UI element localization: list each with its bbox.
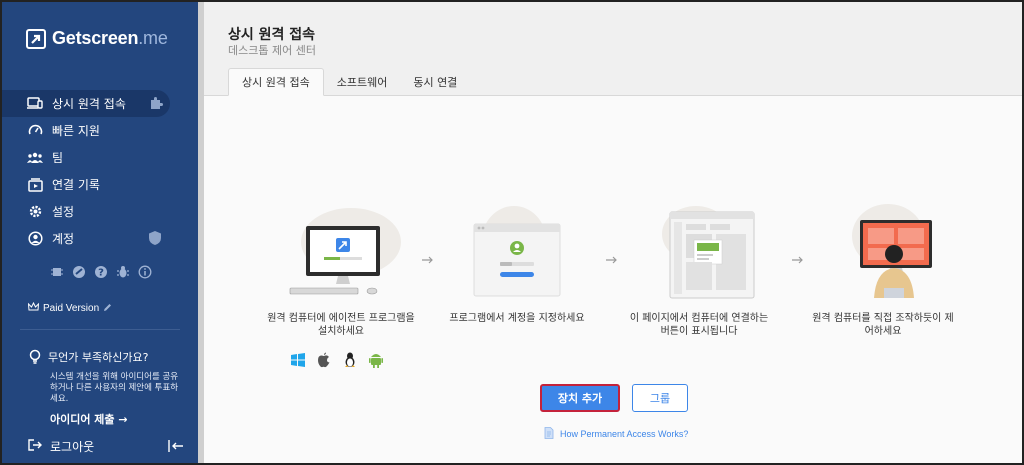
sidebar-nav: 상시 원격 접속 빠른 지원 팀 연결 기록 설정 계정 [2, 90, 198, 252]
idea-title: 무언가 부족하신가요? [48, 351, 149, 364]
step-install-agent: 원격 컴퓨터에 에이전트 프로그램을 설치하세요 [266, 202, 416, 338]
gear-icon [26, 204, 44, 220]
arrow-right-icon [792, 250, 804, 264]
lightbulb-icon [28, 349, 42, 368]
logout-icon [28, 439, 42, 454]
puzzle-icon[interactable] [148, 95, 164, 111]
dashboard-illustration [634, 202, 764, 302]
devices-icon [26, 96, 44, 112]
team-icon [26, 150, 44, 166]
group-button[interactable]: 그룹 [632, 384, 688, 412]
sidebar-item-account[interactable]: 계정 [2, 225, 198, 252]
sidebar-item-label: 계정 [52, 232, 75, 246]
sidebar: Getscreen.me 상시 원격 접속 빠른 지원 팀 연결 기록 설정 계… [2, 2, 198, 463]
sidebar-item-label: 팀 [52, 151, 64, 165]
pencil-icon[interactable] [103, 303, 112, 315]
help-icon[interactable]: ? [94, 265, 108, 279]
page-subtitle: 데스크톱 제어 센터 [228, 44, 316, 57]
brand-name: Getscreen [52, 28, 139, 48]
sidebar-item-history[interactable]: 연결 기록 [2, 171, 198, 198]
os-icons-row [290, 352, 384, 368]
logout-label: 로그아웃 [50, 440, 95, 454]
step-caption: 원격 컴퓨터에 에이전트 프로그램을 설치하세요 [267, 313, 415, 337]
svg-text:?: ? [98, 268, 104, 279]
step-caption: 원격 컴퓨터를 직접 조작하듯이 제어하세요 [812, 313, 954, 337]
apple-icon[interactable] [316, 352, 332, 368]
sidebar-item-team[interactable]: 팀 [2, 144, 198, 171]
settings-alt-icon[interactable] [50, 265, 64, 279]
sidebar-item-label: 연결 기록 [52, 178, 100, 192]
sidebar-divider [20, 329, 180, 330]
computer-illustration [276, 202, 406, 302]
how-it-works-link[interactable]: How Permanent Access Works? [544, 427, 688, 441]
brand-suffix: .me [138, 28, 168, 48]
shield-icon[interactable] [148, 230, 164, 246]
sidebar-item-label: 상시 원격 접속 [52, 97, 126, 111]
linux-icon[interactable] [342, 352, 358, 368]
support-icon[interactable] [72, 265, 86, 279]
speedometer-icon [26, 123, 44, 139]
step-control-remote: 원격 컴퓨터를 직접 조작하듯이 제어하세요 [808, 202, 958, 338]
tab-bar: 상시 원격 접속 소프트웨어 동시 연결 [228, 68, 470, 96]
sidebar-item-settings[interactable]: 설정 [2, 198, 198, 225]
step-connect-button: 이 페이지에서 컴퓨터에 연결하는 버튼이 표시됩니다 [624, 202, 774, 338]
step-caption: 이 페이지에서 컴퓨터에 연결하는 버튼이 표시됩니다 [629, 313, 769, 337]
tab-permanent-access[interactable]: 상시 원격 접속 [228, 68, 324, 96]
idea-description: 시스템 개선을 위해 아이디어를 공유하거나 다른 사용자의 제안에 투표하세요… [50, 372, 179, 404]
arrow-right-icon [422, 250, 434, 264]
sidebar-item-permanent-access[interactable]: 상시 원격 접속 [2, 90, 170, 117]
add-device-button[interactable]: 장치 추가 [540, 384, 620, 412]
paid-version-label[interactable]: Paid Version [27, 301, 112, 315]
page-title: 상시 원격 접속 [228, 27, 316, 43]
person-at-computer-illustration [818, 202, 948, 302]
document-icon [544, 427, 554, 441]
quick-icons-row: ? [50, 265, 152, 279]
bug-icon[interactable] [116, 265, 130, 279]
step-assign-account: 프로그램에서 계정을 지정하세요 [442, 202, 592, 325]
tab-concurrent-connections[interactable]: 동시 연결 [400, 68, 470, 96]
logout-button[interactable]: 로그아웃 [28, 438, 94, 455]
logo-arrow-icon [26, 28, 46, 49]
info-icon[interactable] [138, 265, 152, 279]
account-window-illustration [452, 202, 582, 302]
paid-version-text: Paid Version [43, 303, 100, 314]
crown-icon [27, 301, 40, 315]
sidebar-item-label: 빠른 지원 [52, 124, 100, 138]
windows-icon[interactable] [290, 352, 306, 368]
tab-software[interactable]: 소프트웨어 [324, 68, 401, 96]
brand-logo[interactable]: Getscreen.me [26, 28, 168, 49]
sidebar-item-quick-support[interactable]: 빠른 지원 [2, 117, 198, 144]
step-caption: 프로그램에서 계정을 지정하세요 [449, 313, 585, 324]
android-icon[interactable] [368, 352, 384, 368]
arrow-right-icon [606, 250, 618, 264]
collapse-sidebar-icon[interactable] [168, 438, 184, 452]
history-icon [26, 177, 44, 193]
submit-idea-link[interactable]: 아이디어 제출 → [50, 411, 184, 427]
sidebar-item-label: 설정 [52, 205, 75, 219]
idea-panel: 무언가 부족하신가요? 시스템 개선을 위해 아이디어를 공유하거나 다른 사용… [28, 349, 184, 427]
main-content: 상시 원격 접속 데스크톱 제어 센터 상시 원격 접속 소프트웨어 동시 연결 [204, 2, 1022, 463]
page-header: 상시 원격 접속 데스크톱 제어 센터 상시 원격 접속 소프트웨어 동시 연결 [204, 2, 1022, 96]
how-it-works-text: How Permanent Access Works? [560, 429, 689, 439]
user-circle-icon [26, 231, 44, 247]
